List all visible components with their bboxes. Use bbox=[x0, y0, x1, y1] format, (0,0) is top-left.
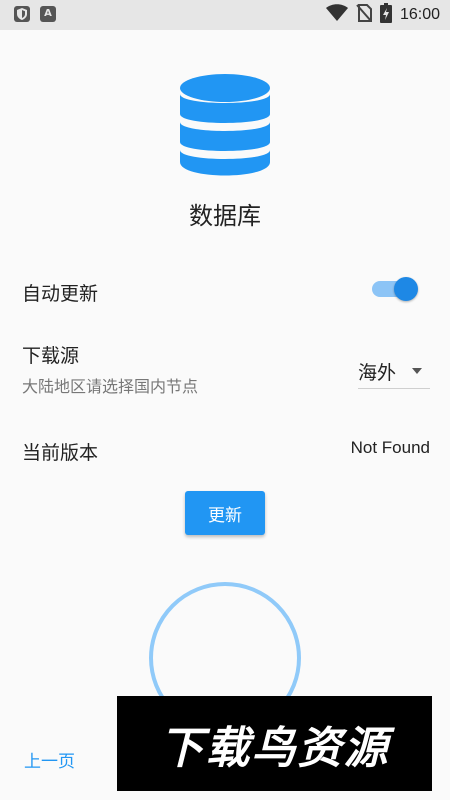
chevron-down-icon bbox=[412, 368, 422, 374]
auto-update-toggle[interactable] bbox=[372, 277, 418, 301]
database-icon bbox=[180, 74, 270, 176]
auto-update-label: 自动更新 bbox=[22, 283, 99, 305]
download-source-value: 海外 bbox=[358, 362, 397, 384]
download-source-hint: 大陆地区请选择国内节点 bbox=[22, 377, 199, 396]
download-source-select[interactable]: 海外 bbox=[358, 356, 430, 389]
current-version-label: 当前版本 bbox=[22, 442, 99, 464]
no-sim-icon bbox=[356, 4, 372, 26]
status-bar: A 16:00 bbox=[0, 0, 450, 30]
watermark-banner: 下载鸟资源 bbox=[117, 696, 432, 791]
a-icon: A bbox=[40, 6, 56, 22]
previous-page-link[interactable]: 上一页 bbox=[24, 747, 75, 772]
update-button[interactable]: 更新 bbox=[185, 491, 265, 535]
toggle-thumb bbox=[394, 277, 418, 301]
download-source-label: 下载源 bbox=[22, 345, 80, 367]
status-time: 16:00 bbox=[399, 6, 440, 23]
wifi-icon bbox=[325, 4, 348, 26]
page-title: 数据库 bbox=[189, 202, 261, 230]
current-version-value: Not Found bbox=[350, 438, 430, 457]
shield-icon bbox=[14, 6, 30, 22]
battery-charging-icon bbox=[379, 3, 392, 27]
